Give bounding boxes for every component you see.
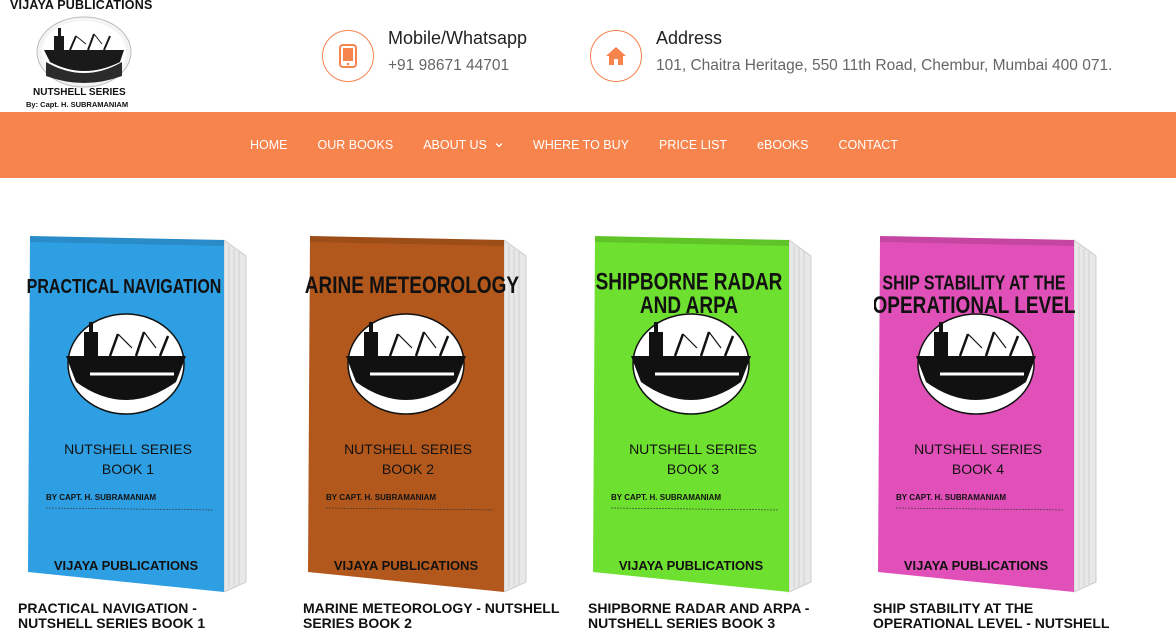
cover-publisher: VIJAYA PUBLICATIONS [619, 558, 764, 573]
site-logo[interactable]: VIJAYA PUBLICATIONS NUTSHELL SERIES By: … [10, 0, 160, 112]
nav-item-ebooks[interactable]: eBOOKS [757, 138, 808, 152]
cover-series: NUTSHELL SERIES [629, 441, 757, 457]
nav-item-contact[interactable]: CONTACT [838, 138, 898, 152]
cover-author: BY CAPT. H. SUBRAMANIAM [896, 493, 1006, 502]
nav-item-price-list[interactable]: PRICE LIST [659, 138, 727, 152]
book-cover-image[interactable]: SHIPBORNE RADAR AND ARPA NUTSHELL SERIES… [589, 232, 819, 594]
nav-item-where-to-buy[interactable]: WHERE TO BUY [533, 138, 629, 152]
cover-title-line1: SHIP STABILITY AT THE [882, 272, 1065, 294]
book-title-link[interactable]: MARINE METEOROLOGY - NUTSHELL SERIES BOOK… [303, 601, 563, 631]
book-title-line1: MARINE METEOROLOGY - NUTSHELL [303, 600, 560, 616]
book-title-line2: NUTSHELL SERIES BOOK 3 [588, 615, 776, 631]
cover-author: BY CAPT. H. SUBRAMANIAM [46, 493, 156, 502]
book-title-link[interactable]: SHIP STABILITY AT THE OPERATIONAL LEVEL -… [873, 601, 1133, 631]
cover-title-line2: AND ARPA [640, 292, 738, 319]
cover-book-number: BOOK 1 [102, 461, 154, 477]
mobile-label: Mobile/Whatsapp [388, 27, 528, 48]
book-title-link[interactable]: PRACTICAL NAVIGATION - NUTSHELL SERIES BO… [18, 601, 278, 631]
book-card[interactable]: MARINE METEOROLOGY NUTSHELL SERIES BOOK … [303, 232, 574, 631]
nav-item-about-us-label: ABOUT US [423, 138, 487, 152]
cover-series: NUTSHELL SERIES [344, 441, 472, 457]
cover-title-line1: PRACTICAL NAVIGATION [27, 276, 222, 298]
book-card[interactable]: PRACTICAL NAVIGATION NUTSHELL SERIES BOO… [18, 232, 294, 631]
phone-icon-circle [322, 30, 374, 82]
cover-title-line1: SHIPBORNE RADAR [596, 269, 783, 296]
logo-subtitle: NUTSHELL SERIES [33, 87, 126, 98]
book-card[interactable]: SHIPBORNE RADAR AND ARPA NUTSHELL SERIES… [588, 232, 859, 631]
book-title-link[interactable]: SHIPBORNE RADAR AND ARPA - NUTSHELL SERIE… [588, 601, 848, 631]
book-title-line1: SHIPBORNE RADAR AND ARPA - [588, 600, 810, 616]
cover-title-line1: MARINE METEOROLOGY [304, 272, 519, 299]
nav-item-our-books[interactable]: OUR BOOKS [318, 138, 394, 152]
cover-book-number: BOOK 3 [667, 461, 719, 477]
book-title-line2: SERIES BOOK 2 [303, 615, 412, 631]
home-icon [606, 47, 626, 65]
cover-series: NUTSHELL SERIES [914, 441, 1042, 457]
book-title-line1: PRACTICAL NAVIGATION - [18, 600, 197, 616]
nav-item-about-us[interactable]: ABOUT US [423, 138, 503, 152]
book-cover-image[interactable]: SHIP STABILITY AT THE OPERATIONAL LEVEL … [874, 232, 1104, 594]
book-cover-image[interactable]: PRACTICAL NAVIGATION NUTSHELL SERIES BOO… [24, 232, 254, 594]
cover-publisher: VIJAYA PUBLICATIONS [904, 558, 1049, 573]
cover-publisher: VIJAYA PUBLICATIONS [54, 558, 199, 573]
cover-book-number: BOOK 4 [952, 461, 1004, 477]
address-value: 101, Chaitra Heritage, 550 11th Road, Ch… [656, 56, 1113, 74]
ship-emblem-icon [36, 16, 132, 88]
contact-address: Address 101, Chaitra Heritage, 550 11th … [590, 27, 1113, 82]
mobile-number[interactable]: +91 98671 44701 [388, 57, 527, 75]
logo-title: VIJAYA PUBLICATIONS [10, 0, 153, 12]
cover-series: NUTSHELL SERIES [64, 441, 192, 457]
book-title-line2: NUTSHELL SERIES BOOK 1 [18, 615, 206, 631]
cover-author: BY CAPT. H. SUBRAMANIAM [611, 493, 721, 502]
book-cover-image[interactable]: MARINE METEOROLOGY NUTSHELL SERIES BOOK … [304, 232, 534, 594]
chevron-down-icon [495, 143, 503, 148]
cover-book-number: BOOK 2 [382, 461, 434, 477]
main-nav: HOME OUR BOOKS ABOUT US WHERE TO BUY PRI… [0, 112, 1176, 178]
address-label: Address [656, 27, 723, 48]
phone-icon [339, 44, 357, 68]
home-icon-circle [590, 30, 642, 82]
cover-title-line2: OPERATIONAL LEVEL [874, 292, 1075, 319]
book-title-line2: OPERATIONAL LEVEL - NUTSHELL [873, 615, 1110, 631]
contact-mobile: Mobile/Whatsapp +91 98671 44701 [322, 27, 528, 82]
book-title-line1: SHIP STABILITY AT THE [873, 600, 1034, 616]
book-card[interactable]: SHIP STABILITY AT THE OPERATIONAL LEVEL … [873, 232, 1144, 631]
site-header: VIJAYA PUBLICATIONS NUTSHELL SERIES By: … [0, 0, 1176, 112]
cover-publisher: VIJAYA PUBLICATIONS [334, 558, 479, 573]
cover-author: BY CAPT. H. SUBRAMANIAM [326, 493, 436, 502]
nav-item-home[interactable]: HOME [250, 138, 288, 152]
logo-byline: By: Capt. H. SUBRAMANIAM [26, 100, 129, 109]
